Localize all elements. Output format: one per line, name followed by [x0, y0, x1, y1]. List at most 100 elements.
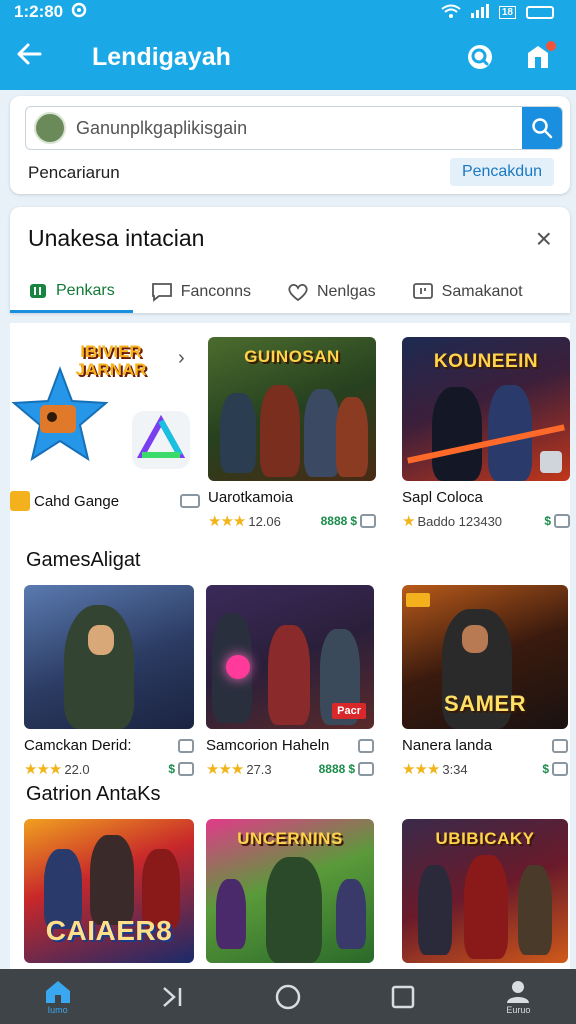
gift-icon	[10, 491, 30, 511]
game-name: Samcorion Haheln	[206, 737, 374, 754]
rating-stars: ★	[402, 513, 415, 530]
content-area: IBIVIER JARNAR › Cahd Gange GUINOSAN Uar…	[10, 323, 570, 969]
avatar[interactable]	[34, 112, 66, 144]
game-meta: ★★★ 3:34 $	[402, 760, 568, 778]
search-icon	[532, 118, 553, 139]
game-name: Cahd Gange	[34, 492, 120, 510]
device-icon[interactable]	[358, 762, 374, 776]
signal-icon	[470, 3, 489, 21]
search-chip[interactable]: Pencakdun	[449, 158, 554, 186]
game-name: Nanera landa	[402, 737, 568, 754]
nav-profile[interactable]: Euruo	[488, 979, 548, 1015]
corner-logo	[406, 593, 430, 607]
tab-nenlgas[interactable]: Nenlgas	[269, 271, 394, 313]
device-icon[interactable]	[358, 738, 374, 753]
wifi-icon	[441, 4, 461, 21]
game-name: Camckan Derid:	[24, 737, 194, 754]
price-tag: 8888 $	[321, 514, 376, 528]
nav-label: Iumo	[47, 1004, 68, 1015]
device-icon[interactable]	[552, 738, 568, 753]
chevron-right-icon[interactable]: ›	[178, 347, 185, 370]
search-submit-button[interactable]	[522, 107, 562, 149]
tab-label: Nenlgas	[316, 283, 376, 300]
nav-home[interactable]: Iumo	[28, 979, 88, 1015]
device-icon[interactable]	[554, 514, 570, 528]
arrow-left-icon[interactable]	[16, 40, 64, 74]
tab-samakanot[interactable]: Samakanot	[394, 271, 541, 313]
search-label: Pencariarun	[28, 163, 120, 182]
game-tile[interactable]: Pacr Samcorion Haheln ★★★ 27.3 8888 $	[206, 585, 374, 778]
search-card: Pencariarun Pencakdun	[10, 96, 570, 194]
search-icon	[468, 45, 492, 69]
price-tag: 8888 $	[319, 762, 374, 776]
nav-skip[interactable]	[143, 984, 203, 1010]
thumbnail-title: GUINOSAN	[244, 347, 340, 366]
search-input[interactable]	[66, 117, 522, 139]
app-bar: Lendigayah	[0, 24, 576, 90]
prism-app-icon	[132, 411, 190, 469]
device-icon[interactable]	[552, 762, 568, 776]
rating-stars: ★★★	[402, 761, 440, 778]
section-title: GamesAligat	[26, 549, 141, 571]
promo-tile[interactable]: IBIVIER JARNAR › Cahd Gange	[10, 337, 200, 511]
thumbnail-title: SAMER	[444, 691, 526, 716]
game-thumbnail: UBIBICAKY	[402, 819, 568, 963]
nav-circle[interactable]	[258, 983, 318, 1011]
promo-logo-text: IBIVIER JARNAR	[75, 342, 147, 379]
game-name: Uarotkamoia	[208, 489, 294, 506]
tab-fanconns[interactable]: Fanconns	[133, 271, 269, 313]
rating-value: 3:34	[442, 762, 468, 777]
game-thumbnail: GUINOSAN	[208, 337, 376, 481]
game-tile[interactable]: KOUNEEIN Sapl Coloca ★ Baddo 123430 $	[402, 337, 570, 530]
game-thumbnail	[24, 585, 194, 729]
game-thumbnail: CAIAER8	[24, 819, 194, 963]
rating-stars: ★★★	[24, 761, 62, 778]
game-tile[interactable]: UNCERNINS	[206, 819, 374, 963]
game-tile[interactable]: GUINOSAN Uarotkamoia ★★★ 12.06 8888 $	[208, 337, 376, 530]
game-tile[interactable]: UBIBICAKY	[402, 819, 568, 963]
tab-label: Penkars	[56, 281, 115, 299]
rating-value: 27.3	[246, 762, 272, 777]
device-icon[interactable]	[360, 514, 376, 528]
game-name: Sapl Coloca	[402, 489, 483, 506]
section-title: Gatrion AntaKs	[26, 783, 161, 805]
price-tag: $	[544, 514, 570, 528]
bottom-nav: Iumo Euruo	[0, 969, 576, 1024]
heart-icon	[288, 283, 308, 302]
sync-icon	[71, 2, 87, 23]
tab-penkars[interactable]: Penkars	[10, 271, 133, 313]
edit-badge-icon[interactable]	[540, 451, 562, 473]
star-logo-icon	[11, 366, 109, 462]
thumbnail-title: UBIBICAKY	[435, 829, 535, 848]
chat-icon	[151, 283, 172, 302]
promo-name-row: Cahd Gange	[10, 491, 200, 511]
circle-icon	[275, 984, 301, 1009]
nav-label: Euruo	[506, 1004, 531, 1015]
device-icon[interactable]	[178, 762, 194, 776]
rating-value: Baddo 123430	[417, 514, 503, 529]
price-tag: $	[542, 762, 568, 776]
close-icon[interactable]: ×	[536, 223, 552, 255]
page-title: Lendigayah	[92, 42, 231, 71]
store-button[interactable]	[516, 35, 560, 79]
tab-label: Fanconns	[180, 283, 251, 300]
game-meta: ★ Baddo 123430 $	[402, 512, 570, 530]
tab-label: Samakanot	[441, 283, 523, 300]
game-tile[interactable]: CAIAER8	[24, 819, 194, 963]
game-tile[interactable]: SAMER Nanera landa ★★★ 3:34 $	[402, 585, 568, 778]
game-thumbnail: KOUNEEIN	[402, 337, 570, 481]
device-icon[interactable]	[178, 738, 194, 753]
status-time: 1:2:80	[14, 2, 64, 21]
device-icon[interactable]	[180, 494, 200, 508]
game-thumbnail: UNCERNINS	[206, 819, 374, 963]
game-meta: ★★★ 12.06 8888 $	[208, 512, 376, 530]
notification-dot	[546, 41, 556, 51]
nav-square[interactable]	[373, 984, 433, 1010]
rating-stars: ★★★	[208, 513, 246, 530]
search-button[interactable]	[458, 35, 502, 79]
search-box	[25, 106, 563, 150]
panel-heading: Unakesa intacian	[28, 225, 205, 251]
sale-badge: Pacr	[332, 703, 366, 719]
game-tile[interactable]: Camckan Derid: ★★★ 22.0 $	[24, 585, 194, 778]
home-icon	[45, 980, 70, 1003]
